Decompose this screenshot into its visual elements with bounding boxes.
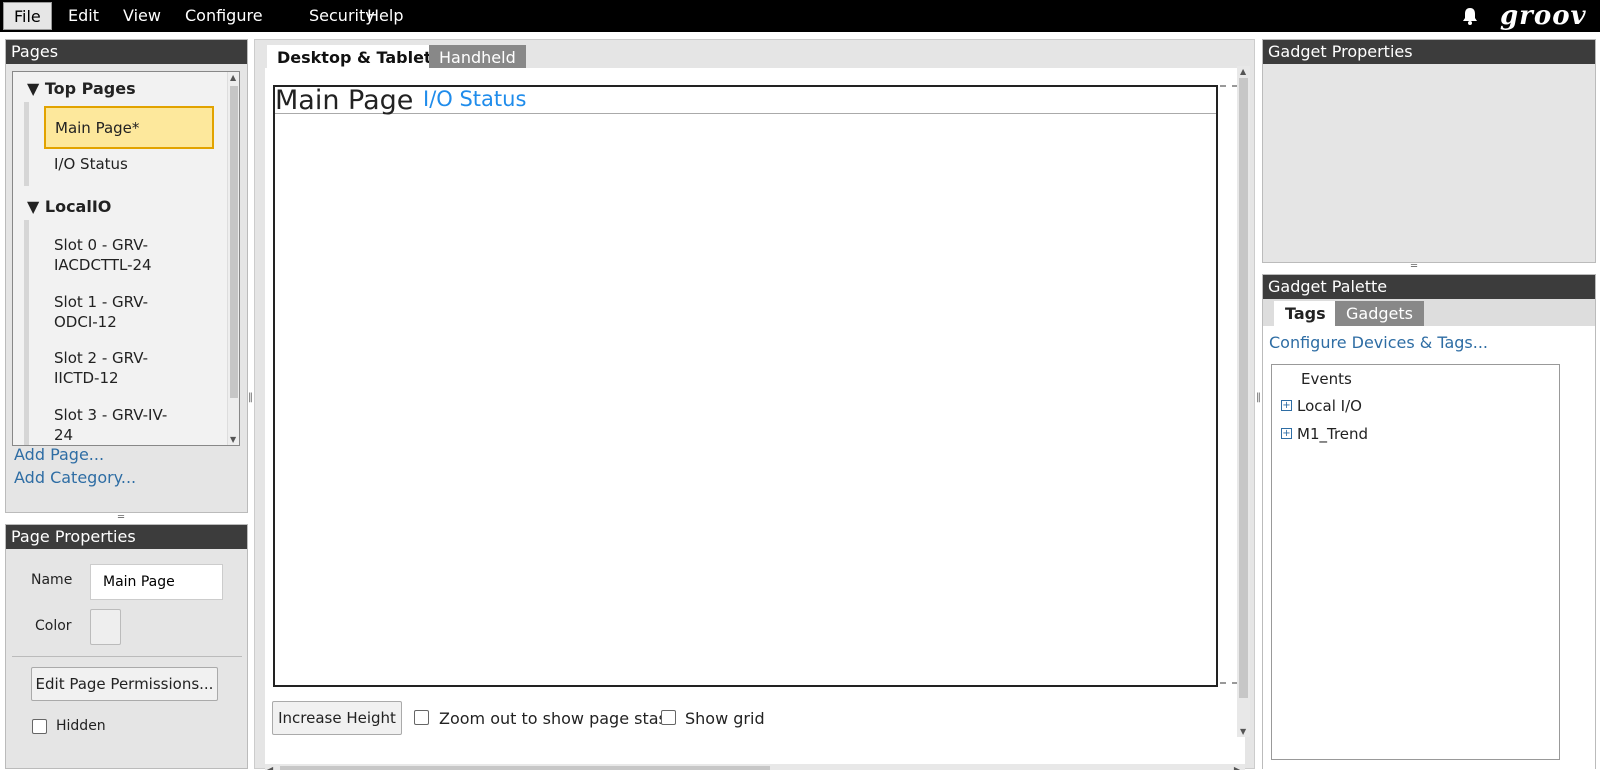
- tab-tags[interactable]: Tags: [1274, 301, 1337, 326]
- splitter-handle-icon[interactable]: ═: [1411, 261, 1417, 272]
- page-item-label: Slot 0 - GRV-: [54, 236, 149, 254]
- palette-tabs: Tags Gadgets: [1263, 299, 1595, 326]
- scrollbar-thumb[interactable]: [1239, 78, 1248, 698]
- page-item-label: Slot 2 - GRV-: [54, 349, 149, 367]
- pages-tree: ▼ Top Pages Main Page* I/O Status ▼ Loca…: [12, 71, 240, 446]
- menu-help[interactable]: Help: [357, 2, 413, 30]
- page-title-bar: Main Page I/O Status: [275, 85, 1216, 116]
- io-status-link[interactable]: I/O Status: [423, 87, 526, 111]
- page-item-label: 24: [54, 426, 74, 444]
- tree-guide-line: [24, 220, 29, 445]
- show-grid-label: Show grid: [685, 709, 765, 728]
- page-properties-title: Page Properties: [6, 525, 247, 549]
- pages-panel-title: Pages: [6, 40, 247, 64]
- menu-file[interactable]: File: [3, 2, 52, 30]
- divider: [12, 656, 242, 657]
- tag-item-m1-trend[interactable]: M1_Trend: [1297, 425, 1368, 443]
- hidden-label: Hidden: [56, 718, 106, 734]
- tree-guide-line: [24, 102, 29, 186]
- palette-body: Configure Devices & Tags... Events + Loc…: [1263, 326, 1595, 770]
- page-item-io-status[interactable]: I/O Status: [54, 154, 128, 174]
- page-item-label: Main Page*: [55, 119, 140, 137]
- pages-panel: Pages ▼ Top Pages Main Page* I/O Status …: [5, 39, 248, 513]
- page-title: Main Page: [275, 85, 414, 116]
- zoom-out-label: Zoom out to show page stash: [439, 709, 678, 728]
- zoom-out-checkbox[interactable]: [414, 710, 429, 725]
- page-properties-panel: Page Properties Name Color Edit Page Per…: [5, 524, 248, 769]
- editor-vertical-scrollbar[interactable]: ▲ ▼: [1237, 66, 1250, 737]
- page-item-label: Slot 1 - GRV-: [54, 293, 149, 311]
- page-item-slot-0[interactable]: Slot 0 - GRV- IACDCTTL-24: [54, 235, 152, 275]
- hidden-checkbox[interactable]: [32, 719, 47, 734]
- configure-devices-link[interactable]: Configure Devices & Tags...: [1269, 333, 1488, 352]
- editor-horizontal-scrollbar[interactable]: ◀ ▶: [265, 764, 1245, 770]
- page-item-main-page[interactable]: Main Page*: [44, 106, 214, 149]
- menu-bar: File Edit View Configure Security Help g…: [0, 0, 1600, 32]
- page-item-label: IACDCTTL-24: [54, 256, 152, 274]
- splitter-handle-icon[interactable]: ═: [118, 512, 124, 523]
- show-grid-checkbox[interactable]: [661, 710, 676, 725]
- bell-icon[interactable]: [1460, 6, 1480, 26]
- page-item-slot-2[interactable]: Slot 2 - GRV- IICTD-12: [54, 348, 148, 388]
- menu-configure[interactable]: Configure: [175, 2, 273, 30]
- editor-canvas: Main Page I/O Status Increase Height Zoo…: [265, 68, 1245, 770]
- splitter-handle-icon[interactable]: ‖: [248, 392, 253, 403]
- gadget-properties-title: Gadget Properties: [1263, 40, 1595, 64]
- page-item-label: ODCI-12: [54, 313, 117, 331]
- pages-scrollbar[interactable]: ▲ ▼: [227, 72, 239, 445]
- page-editor: Desktop & Tablet Handheld Main Page I/O …: [254, 39, 1255, 770]
- page-color-swatch[interactable]: [90, 609, 121, 645]
- menu-view[interactable]: View: [113, 2, 171, 30]
- page-item-label: IICTD-12: [54, 369, 119, 387]
- splitter-handle-icon[interactable]: ‖: [1256, 392, 1261, 403]
- scrollbar-thumb[interactable]: [280, 766, 770, 770]
- scroll-up-icon[interactable]: ▲: [1240, 67, 1246, 76]
- page-edge-marker: [1220, 682, 1238, 684]
- add-category-link[interactable]: Add Category...: [14, 468, 136, 487]
- page-edge-marker: [1220, 85, 1238, 87]
- gadget-palette-title: Gadget Palette: [1263, 275, 1595, 299]
- color-label: Color: [35, 618, 72, 634]
- gadget-palette-panel: Gadget Palette Tags Gadgets Configure De…: [1262, 274, 1596, 770]
- add-page-link[interactable]: Add Page...: [14, 445, 104, 464]
- scrollbar-thumb[interactable]: [230, 86, 238, 398]
- tag-item-events[interactable]: Events: [1301, 370, 1352, 388]
- scroll-down-icon[interactable]: ▼: [230, 435, 236, 444]
- expand-icon[interactable]: +: [1281, 428, 1292, 439]
- category-localio[interactable]: ▼ LocalIO: [27, 197, 111, 216]
- tag-tree: Events + Local I/O + M1_Trend: [1271, 364, 1560, 760]
- page-name-field[interactable]: [90, 564, 223, 600]
- scroll-down-icon[interactable]: ▼: [1240, 727, 1246, 736]
- name-label: Name: [31, 572, 73, 588]
- tag-item-local-io[interactable]: Local I/O: [1297, 397, 1362, 415]
- tab-gadgets[interactable]: Gadgets: [1335, 301, 1424, 326]
- menu-edit[interactable]: Edit: [58, 2, 109, 30]
- scroll-right-icon[interactable]: ▶: [1234, 765, 1240, 770]
- increase-height-button[interactable]: Increase Height: [272, 701, 402, 735]
- gadget-properties-panel: Gadget Properties: [1262, 39, 1596, 263]
- page-item-label: Slot 3 - GRV-IV-: [54, 406, 168, 424]
- expand-icon[interactable]: +: [1281, 400, 1292, 411]
- tab-desktop-tablet[interactable]: Desktop & Tablet: [267, 45, 442, 70]
- tab-handheld[interactable]: Handheld: [429, 45, 526, 70]
- scroll-up-icon[interactable]: ▲: [230, 73, 236, 82]
- page-frame[interactable]: Main Page I/O Status: [273, 85, 1218, 687]
- scroll-left-icon[interactable]: ◀: [267, 765, 273, 770]
- groov-logo: groov: [1500, 1, 1587, 31]
- edit-page-permissions-button[interactable]: Edit Page Permissions...: [31, 667, 218, 701]
- category-top-pages[interactable]: ▼ Top Pages: [27, 79, 136, 98]
- page-item-slot-3[interactable]: Slot 3 - GRV-IV- 24: [54, 405, 167, 445]
- page-item-slot-1[interactable]: Slot 1 - GRV- ODCI-12: [54, 292, 148, 332]
